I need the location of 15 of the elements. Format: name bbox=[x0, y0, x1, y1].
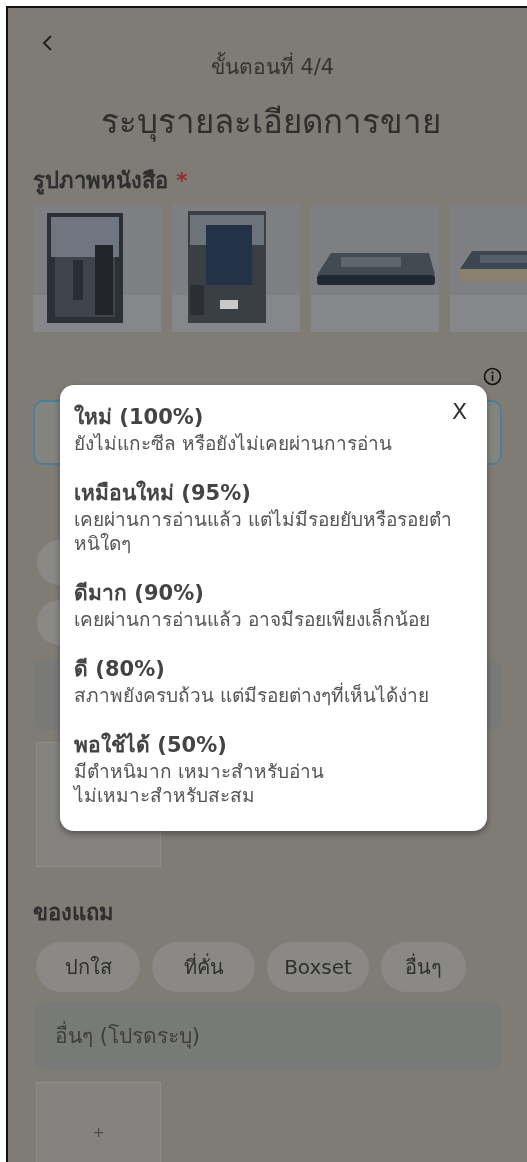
condition-description: สภาพยังครบถ้วน แต่มีรอยต่างๆที่เห็นได้ง่าย bbox=[74, 683, 431, 707]
condition-name: ดีมาก (90%) bbox=[74, 580, 204, 607]
required-mark: * bbox=[176, 167, 188, 195]
condition-description: เคยผ่านการอ่านแล้ว แต่ไม่มีรอยยับหรือรอยตำหนิใดๆ bbox=[74, 507, 454, 555]
condition-description: ยังไม่แกะซีล หรือยังไม่เคยผ่านการอ่าน bbox=[74, 431, 394, 455]
step-indicator: ขั้นตอนที่ 4/4 bbox=[210, 53, 335, 81]
condition-name: ใหม่ (100%) bbox=[74, 403, 204, 431]
section-label: ของแถม bbox=[33, 899, 114, 927]
page-title: ระบุรายละเอียดการขาย bbox=[100, 101, 441, 144]
condition-description: เคยผ่านการอ่านแล้ว อาจมีรอยเพียงเล็กน้อย bbox=[74, 607, 432, 631]
section-label: รูปภาพหนังสือ bbox=[33, 167, 168, 195]
condition-description: มีตำหนิมาก เหมาะสำหรับอ่าน ไม่เหมาะสำหรับสะสม bbox=[74, 759, 326, 807]
condition-name: เหมือนใหม่ (95%) bbox=[74, 479, 251, 507]
condition-name: ดี (80%) bbox=[74, 656, 165, 683]
condition-name: พอใช้ได้ (50%) bbox=[74, 731, 227, 759]
